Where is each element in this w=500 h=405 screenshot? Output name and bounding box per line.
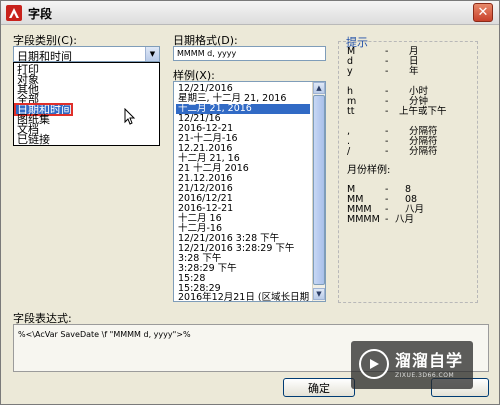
- field-expression-value: %<\AcVar SaveDate \f "MMMM d, yyyy">%: [18, 330, 191, 339]
- hint-desc: 年: [409, 66, 419, 77]
- title-bar[interactable]: 字段 ✕: [1, 1, 499, 25]
- month-desc: 八月: [395, 214, 415, 225]
- scroll-up-icon[interactable]: ▲: [313, 82, 325, 94]
- date-format-input[interactable]: MMMM d, yyyy: [173, 46, 326, 61]
- scroll-thumb[interactable]: [313, 95, 325, 285]
- hint-sep: -: [385, 146, 389, 157]
- field-category-dropdown: 打印 对象 其他 全部 日期和时间 图纸集 文档 已链接: [13, 62, 160, 146]
- hint-sep: -: [385, 106, 389, 117]
- examples-listbox[interactable]: 12/21/2016 星期三, 十二月 21, 2016 十二月 21, 201…: [173, 81, 326, 302]
- close-button[interactable]: ✕: [473, 3, 493, 22]
- hint-code: y: [347, 66, 353, 77]
- hint-code: /: [347, 146, 351, 157]
- autocad-logo-icon: [6, 5, 22, 21]
- ok-button[interactable]: 确定: [283, 378, 355, 397]
- watermark: 溜溜自学 ZIXUE.3D66.COM: [351, 341, 473, 389]
- month-code: MMMM: [347, 214, 380, 225]
- scroll-down-icon[interactable]: ▼: [313, 288, 325, 300]
- play-logo-icon: [359, 349, 389, 379]
- hint-desc: 上午或下午: [399, 106, 447, 117]
- category-option-linked[interactable]: 已链接: [15, 134, 158, 145]
- watermark-subtitle: ZIXUE.3D66.COM: [395, 372, 455, 379]
- watermark-title: 溜溜自学: [395, 351, 464, 370]
- examples-scrollbar[interactable]: ▲ ▼: [312, 82, 325, 301]
- example-item[interactable]: 2016年12月21日 (区域长日期: [178, 293, 309, 302]
- field-dialog: 字段 ✕ 字段类别(C): 日期和时间 ▼ 打印 对象 其他 全部 日期和时间 …: [0, 0, 500, 405]
- hints-panel: M - 月 d - 日 y - 年 h - 小时 m - 分钟 tt - 上午或…: [338, 41, 478, 303]
- month-examples-title: 月份样例:: [347, 165, 391, 176]
- dialog-title: 字段: [28, 7, 53, 21]
- month-sep: -: [385, 214, 389, 225]
- field-category-combobox[interactable]: 日期和时间 ▼: [13, 46, 160, 63]
- hint-code: tt: [347, 106, 355, 117]
- mouse-cursor-icon: [124, 108, 136, 125]
- hint-desc: 分隔符: [409, 146, 438, 157]
- chevron-down-icon[interactable]: ▼: [145, 47, 159, 61]
- hint-sep: -: [385, 66, 389, 77]
